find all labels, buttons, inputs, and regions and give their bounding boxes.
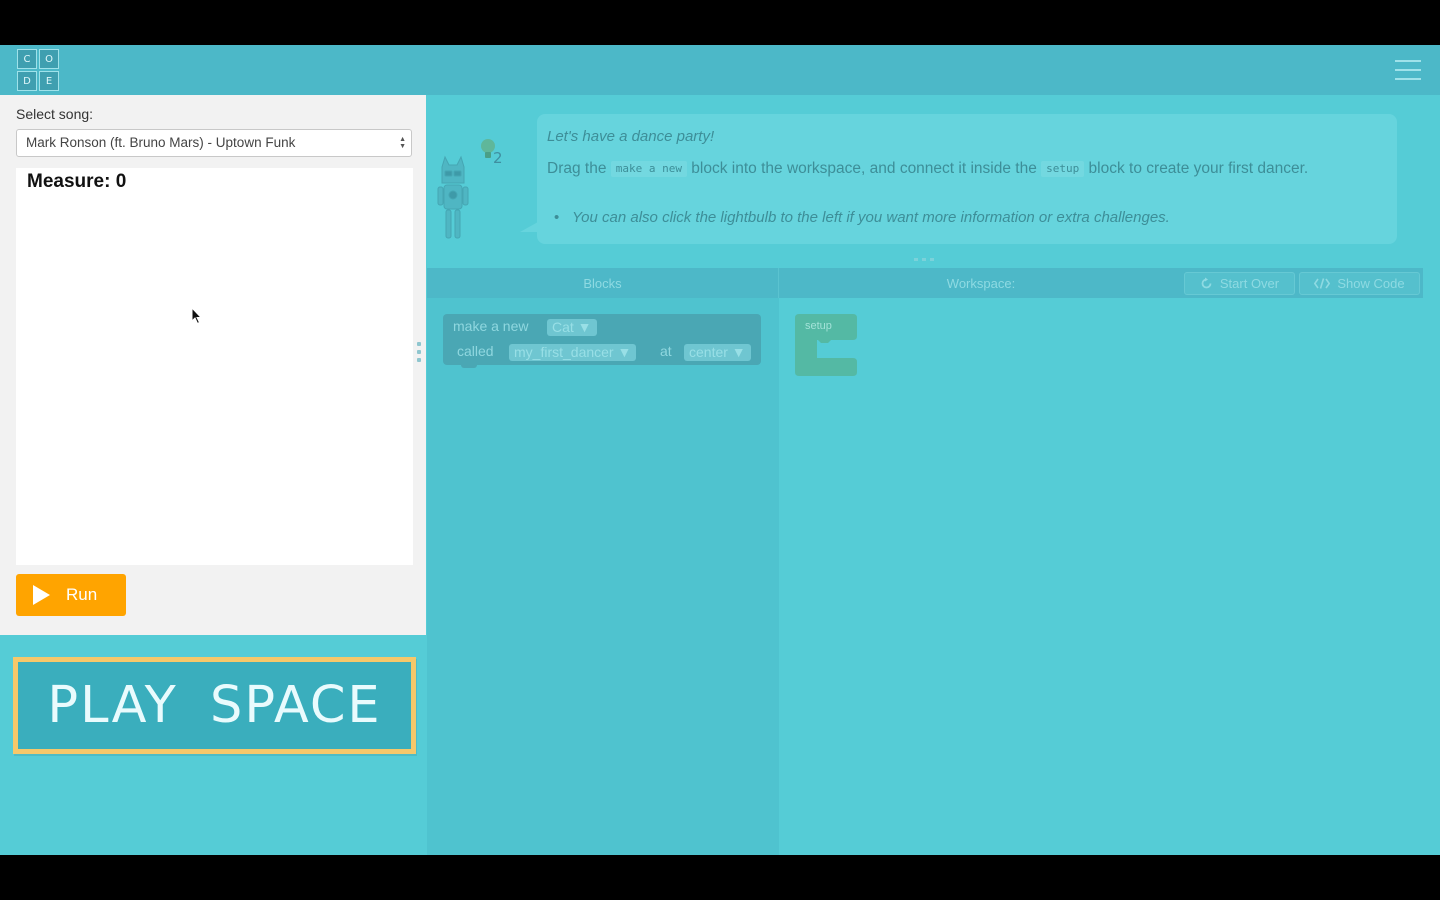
logo-letter: C bbox=[17, 49, 37, 69]
inline-code-make-a-new: make a new bbox=[610, 161, 687, 177]
instructions-resize-handle[interactable] bbox=[914, 258, 934, 262]
workspace-header: Workspace: bbox=[946, 275, 1016, 291]
code-icon bbox=[1314, 278, 1331, 289]
header-bar: C O D E bbox=[0, 45, 1440, 95]
song-selected-value: Mark Ronson (ft. Bruno Mars) - Uptown Fu… bbox=[26, 135, 296, 150]
instructions-text: Drag the make a new block into the works… bbox=[547, 156, 1377, 182]
mouse-pointer-icon bbox=[191, 307, 203, 325]
instructions-bubble: Let's have a dance party! Drag the make … bbox=[520, 114, 1397, 244]
panel-resize-handle[interactable] bbox=[417, 342, 421, 362]
visualization-panel: Select song: Mark Ronson (ft. Bruno Mars… bbox=[0, 95, 426, 635]
instr-text: Drag the bbox=[547, 160, 611, 177]
logo-letter: D bbox=[17, 71, 37, 91]
letterbox-top bbox=[0, 0, 1440, 45]
play-space-banner: PLAY SPACE bbox=[13, 657, 416, 754]
run-button[interactable]: Run bbox=[16, 574, 126, 616]
app: C O D E Select song: Mark Ronson (ft. Br… bbox=[0, 45, 1440, 855]
location-dropdown[interactable]: center ▼ bbox=[684, 344, 751, 361]
code-logo[interactable]: C O D E bbox=[17, 49, 59, 91]
logo-letter: O bbox=[39, 49, 59, 69]
dancer-name-dropdown[interactable]: my_first_dancer ▼ bbox=[509, 344, 637, 361]
song-select[interactable]: Mark Ronson (ft. Bruno Mars) - Uptown Fu… bbox=[16, 129, 412, 157]
dance-stage[interactable]: Measure: 0 bbox=[16, 168, 413, 565]
blocks-toolbox: make a new Cat ▼ called my_first_dancer … bbox=[427, 298, 779, 855]
song-select-label: Select song: bbox=[16, 106, 94, 122]
dancer-character-icon bbox=[437, 155, 469, 239]
measure-counter: Measure: 0 bbox=[27, 171, 127, 192]
instr-text: block into the workspace, and connect it… bbox=[687, 160, 1042, 177]
refresh-icon bbox=[1201, 277, 1212, 289]
logo-letter: E bbox=[39, 71, 59, 91]
play-icon bbox=[33, 585, 50, 605]
block-notch bbox=[461, 363, 477, 368]
character-dropdown[interactable]: Cat ▼ bbox=[547, 319, 597, 336]
block-text: called bbox=[457, 343, 494, 359]
instructions-title: Let's have a dance party! bbox=[547, 128, 715, 145]
block-text: make a new bbox=[453, 318, 529, 334]
inline-code-setup: setup bbox=[1041, 161, 1085, 177]
letterbox-bottom bbox=[0, 855, 1440, 900]
start-over-button[interactable]: Start Over bbox=[1184, 272, 1295, 295]
instr-text: block to create your first dancer. bbox=[1084, 160, 1309, 177]
toolbox-header: Blocks bbox=[427, 268, 779, 298]
start-over-label: Start Over bbox=[1219, 276, 1280, 291]
workspace-toolbar: Blocks Workspace: Start Over Show Code bbox=[427, 268, 1423, 298]
setup-block[interactable]: setup bbox=[795, 314, 857, 376]
show-code-button[interactable]: Show Code bbox=[1299, 272, 1420, 295]
make-a-new-block[interactable]: make a new Cat ▼ called my_first_dancer … bbox=[443, 314, 761, 368]
select-arrows-icon: ▲ ▼ bbox=[399, 136, 406, 150]
lightbulb-icon[interactable]: 2 bbox=[477, 137, 509, 167]
hint-count: 2 bbox=[493, 149, 503, 167]
run-button-label: Run bbox=[66, 585, 98, 604]
setup-block-label: setup bbox=[805, 320, 832, 332]
block-text: at bbox=[660, 343, 672, 359]
hamburger-icon[interactable] bbox=[1395, 60, 1421, 80]
show-code-label: Show Code bbox=[1337, 276, 1405, 291]
instructions-area: 2 Let's have a dance party! Drag the mak… bbox=[427, 95, 1423, 258]
instructions-bullet: You can also click the lightbulb to the … bbox=[554, 209, 1170, 226]
instr-bullet-text: You can also click the lightbulb to the … bbox=[572, 209, 1170, 226]
blockly-workspace[interactable]: setup bbox=[779, 298, 1423, 855]
